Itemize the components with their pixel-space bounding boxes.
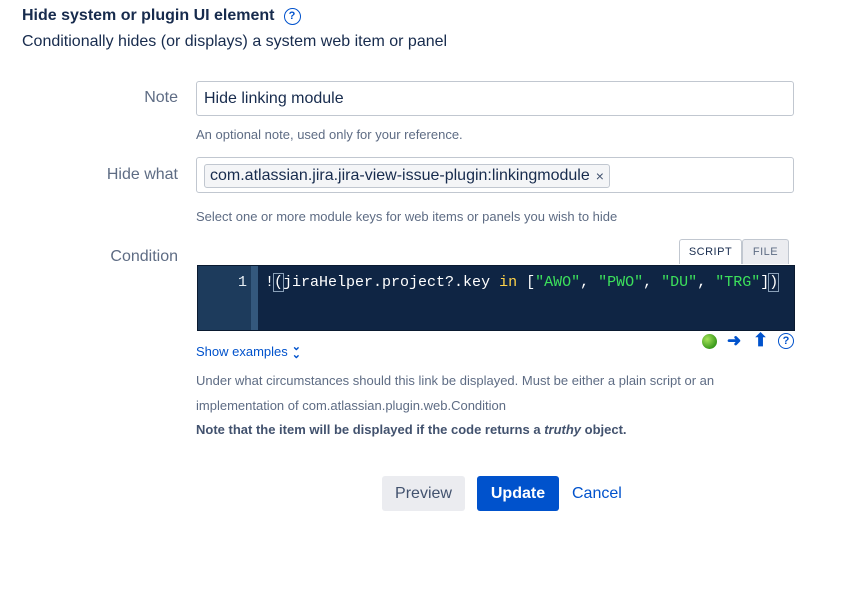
condition-note: Note that the item will be displayed if … xyxy=(196,422,627,437)
code-close-paren: ) xyxy=(768,273,780,292)
page-subtitle: Conditionally hides (or displays) a syst… xyxy=(22,33,448,50)
code-keyword: in xyxy=(499,274,518,291)
tab-script[interactable]: SCRIPT xyxy=(679,239,742,264)
code-line[interactable]: !(jiraHelper.project?.key in ["AWO", "PW… xyxy=(265,273,780,292)
arrow-up-icon[interactable]: ⬆ xyxy=(753,330,768,351)
status-ok-icon[interactable] xyxy=(702,334,717,349)
cancel-link[interactable]: Cancel xyxy=(572,476,622,511)
code-editor[interactable]: 1 !(jiraHelper.project?.key in ["AWO", "… xyxy=(197,265,795,331)
condition-label: Condition xyxy=(110,248,178,265)
note-label: Note xyxy=(144,89,178,106)
arrow-right-icon[interactable]: ➜ xyxy=(727,331,741,351)
condition-note-emphasis: truthy xyxy=(544,422,582,437)
code-sep: , xyxy=(697,274,716,291)
hide-what-label: Hide what xyxy=(106,166,178,183)
code-string: "AWO" xyxy=(535,274,581,291)
code-open-paren: ( xyxy=(273,273,285,292)
show-examples-link[interactable]: Show examples ⌄ ⌄ xyxy=(196,341,301,361)
preview-button[interactable]: Preview xyxy=(382,476,465,511)
help-icon[interactable]: ? xyxy=(283,7,301,25)
code-list-close: ] xyxy=(760,274,770,291)
hide-what-hint: Select one or more module keys for web i… xyxy=(196,209,618,224)
condition-note-prefix: Note that the item will be displayed if … xyxy=(196,422,545,437)
code-string: "TRG" xyxy=(715,274,761,291)
page-title: Hide system or plugin UI element ? xyxy=(22,7,301,25)
code-sep: , xyxy=(580,274,599,291)
code-string: "DU" xyxy=(661,274,698,291)
module-key-tag: com.atlassian.jira.jira-view-issue-plugi… xyxy=(204,164,610,188)
module-key-tag-label: com.atlassian.jira.jira-view-issue-plugi… xyxy=(210,167,590,184)
note-input[interactable] xyxy=(196,81,794,116)
update-button[interactable]: Update xyxy=(477,476,559,511)
code-string: "PWO" xyxy=(598,274,644,291)
tab-file[interactable]: FILE xyxy=(742,239,789,264)
condition-description-line1: Under what circumstances should this lin… xyxy=(196,373,715,388)
show-examples-label: Show examples xyxy=(196,343,288,359)
help-icon[interactable]: ? xyxy=(778,333,794,349)
editor-gutter-separator xyxy=(251,266,258,330)
page-title-text: Hide system or plugin UI element xyxy=(22,7,275,24)
code-sep: , xyxy=(643,274,662,291)
code-expr: jiraHelper.project?.key xyxy=(283,274,500,291)
condition-note-suffix: object. xyxy=(581,422,627,437)
note-hint: An optional note, used only for your ref… xyxy=(196,127,463,142)
line-number: 1 xyxy=(237,274,247,291)
code-list-open: [ xyxy=(517,274,536,291)
chevron-double-down-icon: ⌄ ⌄ xyxy=(291,341,301,361)
code-not: ! xyxy=(265,274,275,291)
condition-description-line2: implementation of com.atlassian.plugin.w… xyxy=(196,398,507,413)
remove-tag-icon[interactable]: × xyxy=(596,168,604,184)
